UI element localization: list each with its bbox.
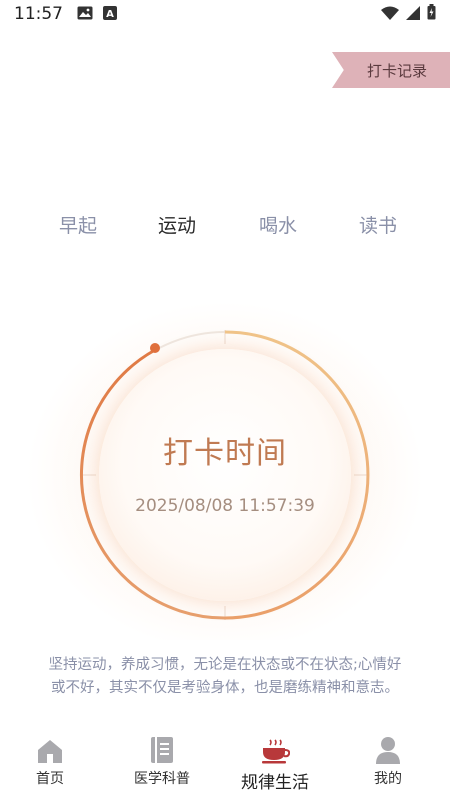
wifi-icon bbox=[381, 5, 399, 24]
status-bar: 11:57 A bbox=[0, 0, 450, 28]
battery-icon bbox=[427, 4, 436, 24]
tab-reading[interactable]: 读书 bbox=[359, 211, 397, 238]
checkin-title: 打卡时间 bbox=[163, 436, 287, 471]
nav-regular-life-label: 规律生活 bbox=[241, 773, 309, 793]
habit-tabs: 早起 运动 喝水 读书 bbox=[0, 205, 450, 245]
nav-mine-label: 我的 bbox=[374, 771, 402, 787]
checkin-record-label: 打卡记录 bbox=[366, 61, 427, 80]
nav-medical-science-label: 医学科普 bbox=[134, 771, 190, 787]
nav-regular-life[interactable]: 规律生活 bbox=[225, 732, 325, 793]
nav-home-label: 首页 bbox=[36, 771, 64, 787]
nav-mine[interactable]: 我的 bbox=[338, 732, 438, 788]
ring-inner-disc bbox=[99, 349, 351, 601]
svg-text:A: A bbox=[106, 9, 114, 20]
teacup-icon bbox=[225, 732, 325, 764]
tab-early-rise[interactable]: 早起 bbox=[59, 211, 97, 238]
bottom-nav: 首页 医学科普 规律生活 我的 bbox=[0, 720, 450, 800]
tab-exercise[interactable]: 运动 bbox=[158, 211, 196, 238]
status-time: 11:57 bbox=[14, 4, 63, 24]
habit-description: 坚持运动，养成习惯，无论是在状态或不在状态;心情好或不好，其实不仅是考验身体，也… bbox=[48, 657, 402, 696]
checkin-record-button[interactable]: 打卡记录 bbox=[332, 52, 450, 88]
tab-drink-water[interactable]: 喝水 bbox=[259, 211, 297, 238]
user-icon bbox=[338, 732, 438, 764]
nav-medical-science[interactable]: 医学科普 bbox=[112, 732, 212, 788]
signal-icon bbox=[406, 5, 420, 24]
checkin-datetime: 2025/08/08 11:57:39 bbox=[135, 496, 315, 516]
checkin-ring[interactable]: 打卡时间 2025/08/08 11:57:39 bbox=[0, 300, 450, 640]
book-icon bbox=[112, 732, 212, 764]
image-notification-icon bbox=[77, 5, 93, 24]
a-notification-icon: A bbox=[103, 5, 117, 24]
nav-home[interactable]: 首页 bbox=[0, 732, 100, 788]
home-icon bbox=[0, 732, 100, 764]
